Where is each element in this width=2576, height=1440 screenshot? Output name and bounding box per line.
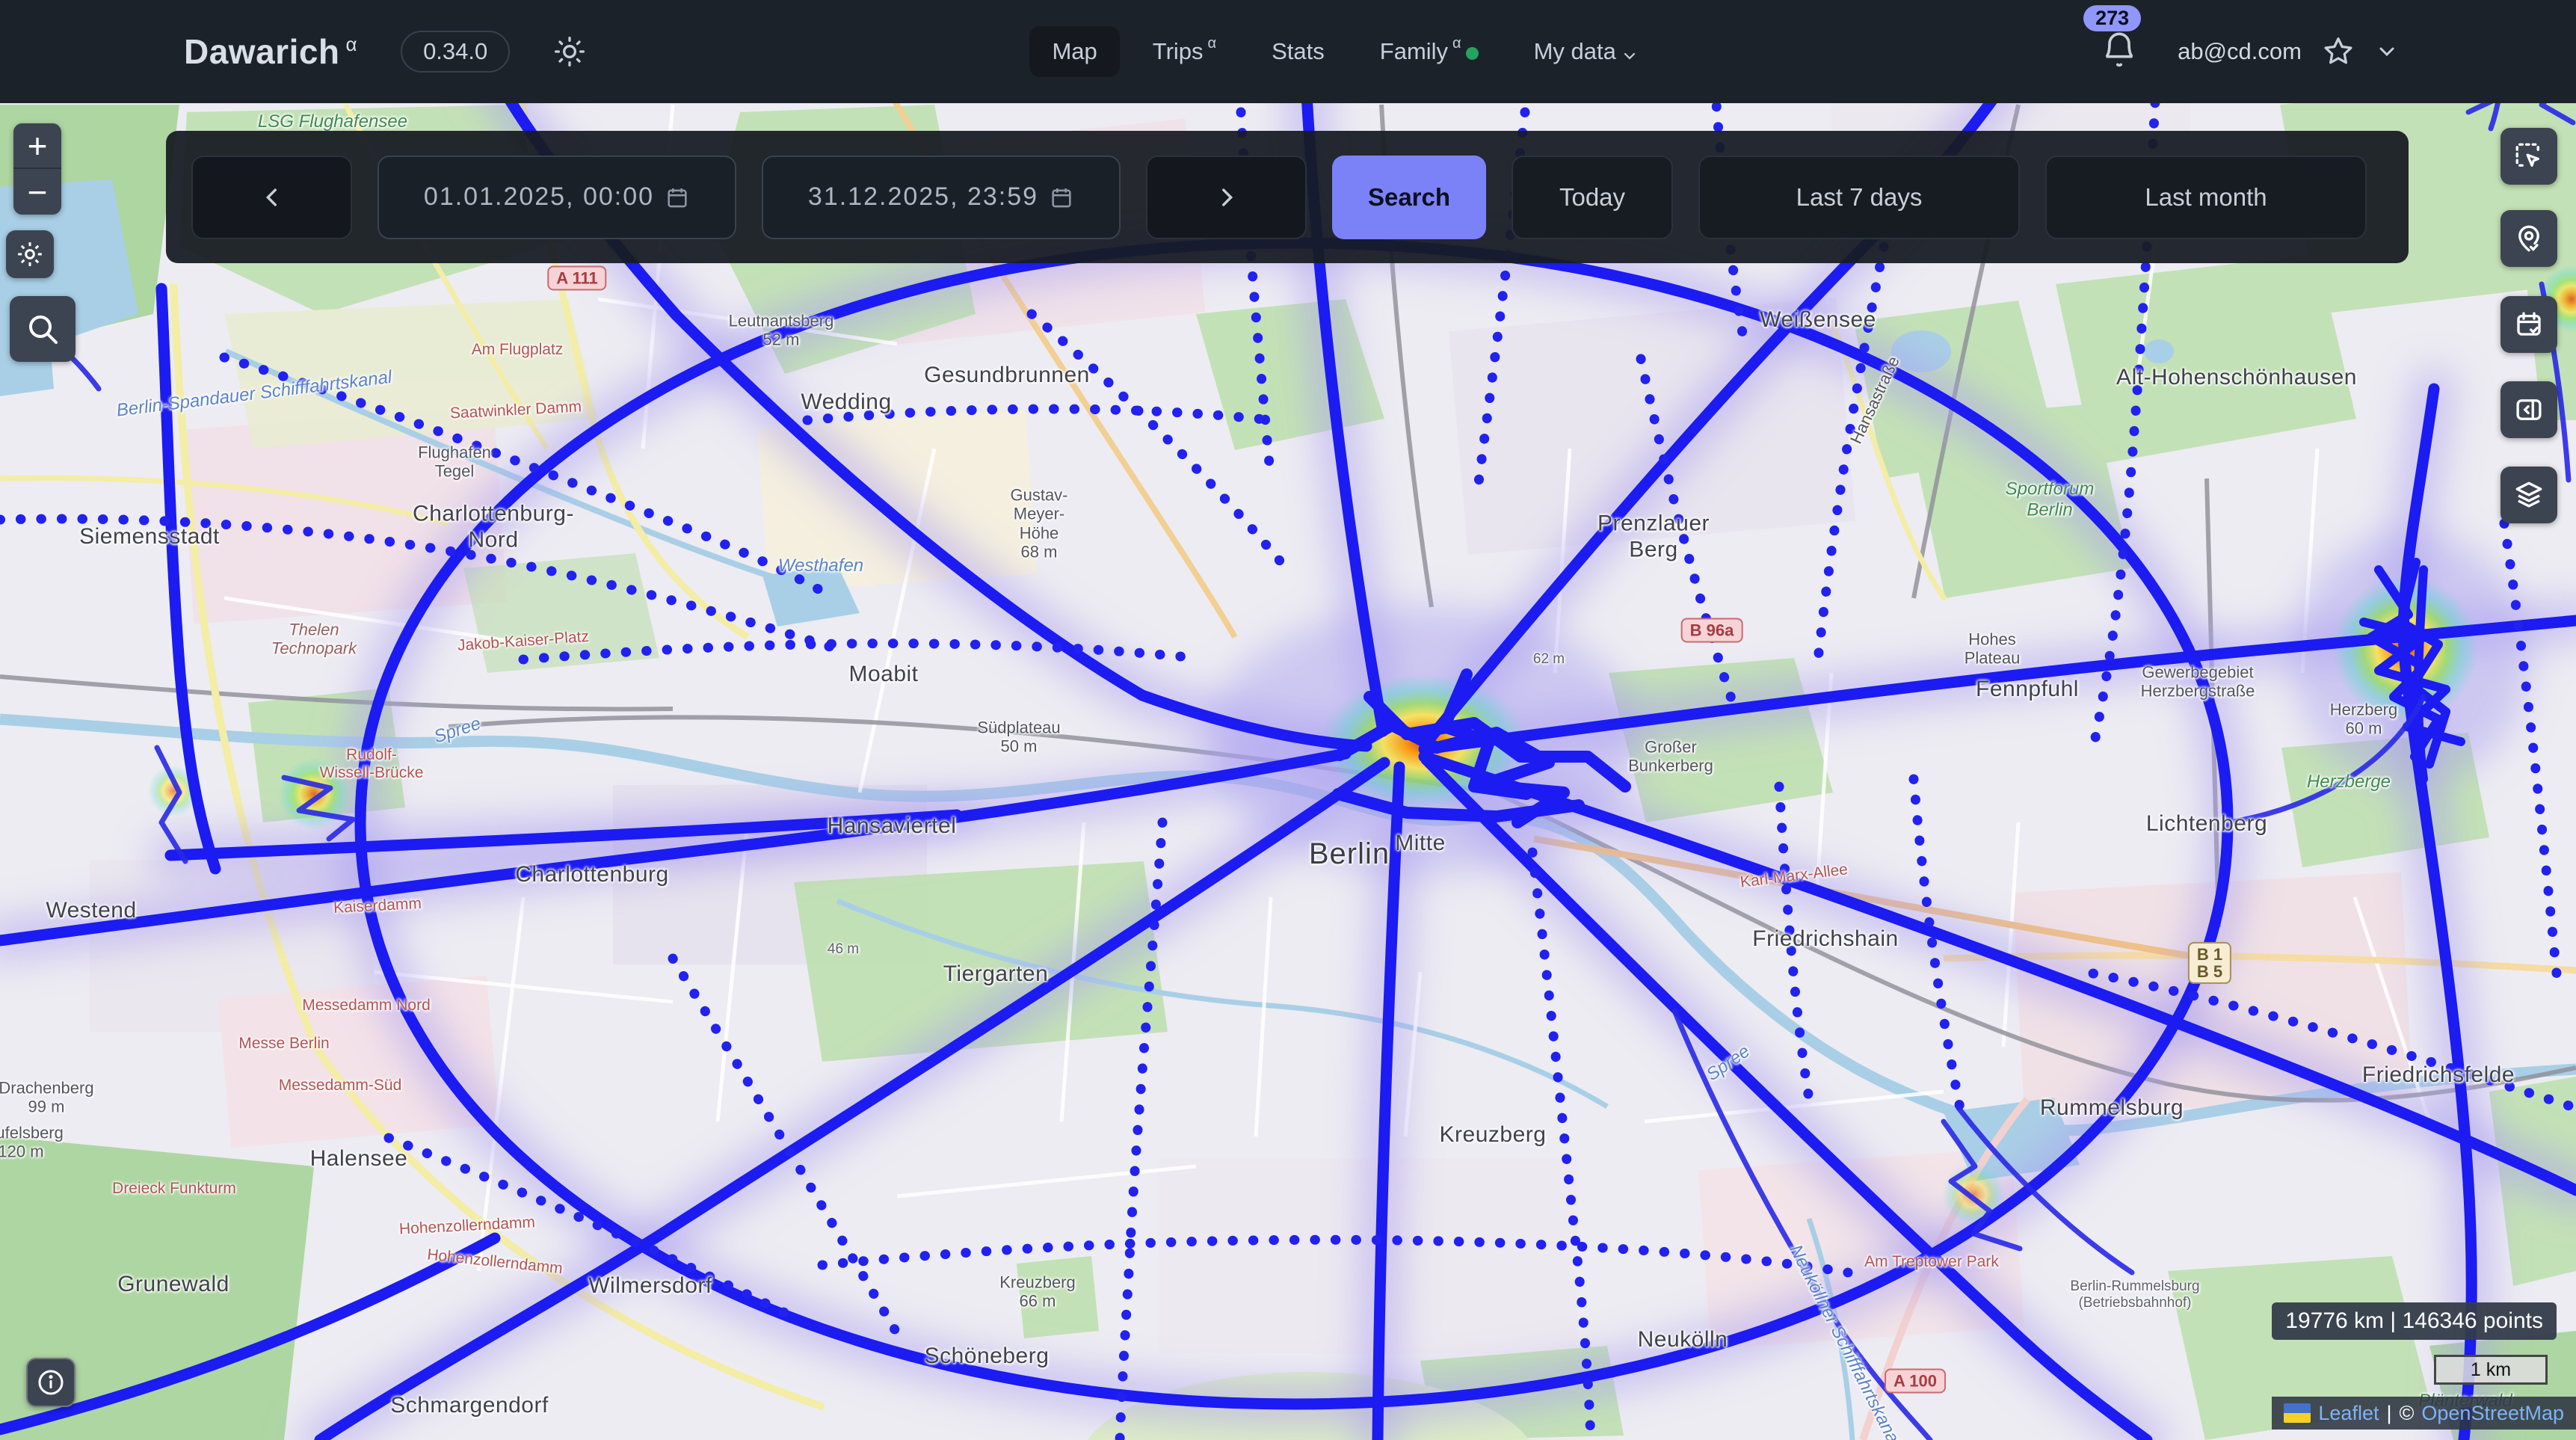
calendar-icon	[1049, 185, 1074, 210]
nav-tab-label: Trips	[1153, 38, 1204, 65]
favorite-button[interactable]	[2321, 34, 2355, 69]
nav-tab-my-data[interactable]: My data	[1512, 26, 1661, 77]
chevron-right-icon	[1214, 185, 1239, 210]
alpha-badge: α	[1208, 35, 1217, 52]
dawarich-app: LSG FlughafenseeAm FlugplatzSaatwinkler …	[0, 0, 2576, 1440]
map-scale-bar: 1 km	[2434, 1355, 2548, 1385]
attribution-separator: |	[2386, 1402, 2391, 1425]
nav-tab-family[interactable]: Family α	[1358, 26, 1501, 77]
map-settings-button[interactable]	[6, 230, 54, 278]
ukraine-flag-icon	[2284, 1403, 2311, 1423]
leaflet-link[interactable]: Leaflet	[2318, 1402, 2379, 1425]
zoom-out-button[interactable]: −	[13, 169, 61, 215]
start-datetime-input[interactable]: 01.01.2025, 00:00	[378, 156, 736, 239]
info-icon	[36, 1367, 66, 1397]
search-magnifier-icon	[25, 311, 61, 347]
user-email: ab@cd.com	[2178, 38, 2302, 65]
navbar-right: 273 ab@cd.com	[2100, 31, 2399, 73]
version-badge: 0.34.0	[401, 31, 510, 73]
track-stats-badge: 19776 km | 146346 points	[2272, 1302, 2557, 1340]
theme-toggle-button[interactable]	[549, 34, 591, 69]
alpha-badge: α	[1452, 35, 1461, 52]
main-nav: Map Trips α Stats Family α	[1029, 26, 1660, 77]
last-7-days-button[interactable]: Last 7 days	[1698, 156, 2020, 239]
search-button[interactable]: Search	[1332, 156, 1486, 239]
copyright-sign: ©	[2399, 1402, 2414, 1425]
top-navbar: Dawarich α 0.34.0 Map Trips α	[0, 0, 2576, 103]
star-icon	[2321, 34, 2355, 69]
nav-tab-trips[interactable]: Trips α	[1130, 26, 1239, 77]
app-title: Dawarich	[184, 31, 340, 72]
nav-tab-stats[interactable]: Stats	[1249, 26, 1347, 77]
zoom-control: + −	[13, 123, 61, 215]
chevron-down-icon	[2375, 40, 2399, 64]
zoom-in-button[interactable]: +	[13, 123, 61, 169]
next-period-button[interactable]	[1146, 156, 1307, 239]
date-range-toolbar: 01.01.2025, 00:00 31.12.2025, 23:59 Sear…	[166, 131, 2409, 263]
status-dot	[1466, 47, 1479, 60]
map-attribution: Leaflet | © OpenStreetMap	[2272, 1397, 2576, 1430]
end-datetime-value: 31.12.2025, 23:59	[808, 182, 1038, 212]
map-search-button[interactable]	[10, 296, 76, 362]
start-datetime-value: 01.01.2025, 00:00	[424, 182, 654, 212]
nav-tab-label: My data	[1534, 38, 1616, 65]
calendar-select-icon	[2513, 309, 2545, 340]
previous-period-button[interactable]	[191, 156, 352, 239]
app-logo[interactable]: Dawarich α	[184, 31, 357, 72]
area-select-button[interactable]	[2500, 128, 2557, 185]
panel-toggle-button[interactable]	[2500, 381, 2557, 438]
chevron-left-icon	[259, 185, 285, 210]
layers-button[interactable]	[2500, 467, 2557, 523]
nav-tab-label: Stats	[1272, 38, 1325, 65]
chevron-down-icon	[1621, 47, 1639, 65]
notifications-count-badge: 273	[2083, 5, 2141, 31]
panel-toggle-icon	[2513, 394, 2545, 425]
nav-tab-map[interactable]: Map	[1029, 26, 1119, 77]
nav-tab-label: Map	[1052, 38, 1097, 65]
settings-gear-icon	[15, 239, 45, 269]
point-select-button[interactable]	[2500, 210, 2557, 267]
nav-tab-label: Family	[1380, 38, 1448, 65]
last-month-button[interactable]: Last month	[2045, 156, 2367, 239]
bell-icon	[2100, 31, 2139, 70]
notifications-button[interactable]: 273	[2100, 31, 2139, 73]
sun-icon	[553, 35, 586, 68]
layers-icon	[2513, 479, 2545, 511]
map-info-button[interactable]	[26, 1358, 76, 1407]
point-select-icon	[2513, 223, 2545, 254]
today-button[interactable]: Today	[1512, 156, 1673, 239]
area-select-icon	[2513, 141, 2545, 172]
end-datetime-input[interactable]: 31.12.2025, 23:59	[762, 156, 1121, 239]
openstreetmap-link[interactable]: OpenStreetMap	[2421, 1402, 2564, 1425]
user-menu-button[interactable]	[2375, 40, 2399, 64]
calendar-icon	[665, 185, 690, 210]
alpha-badge: α	[346, 33, 358, 56]
calendar-select-button[interactable]	[2500, 296, 2557, 353]
